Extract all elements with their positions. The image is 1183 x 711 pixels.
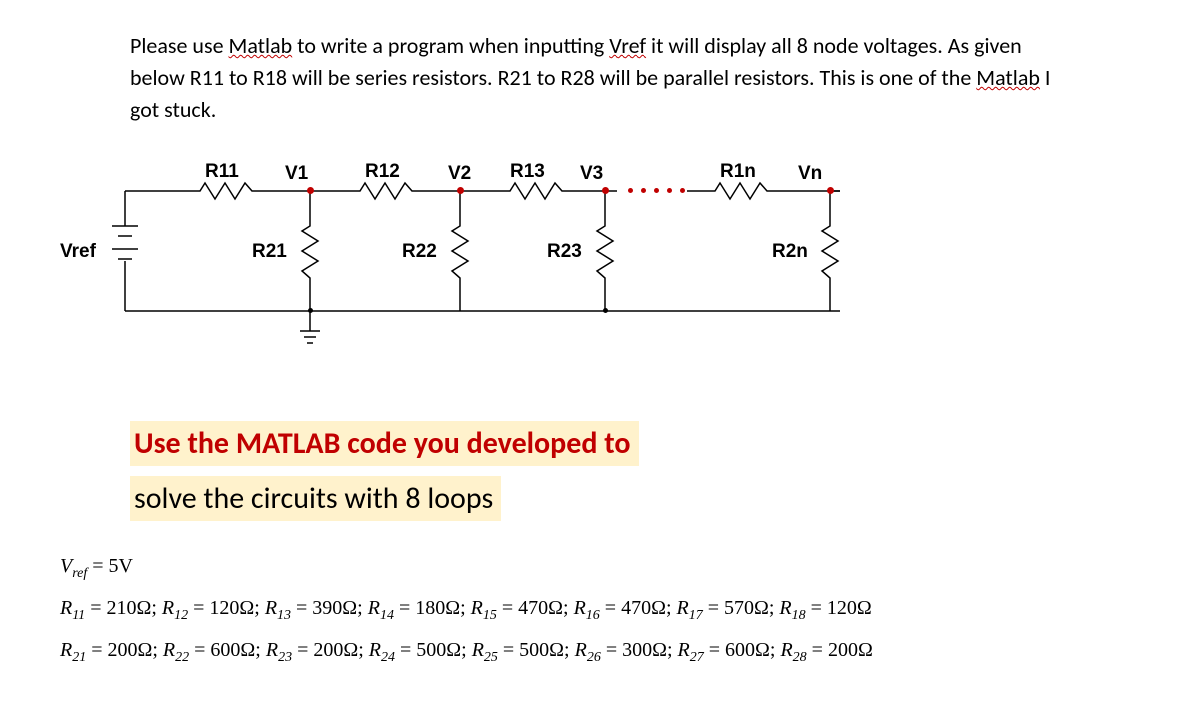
param-sub: 16 — [586, 608, 600, 623]
ellipsis-dot — [628, 188, 633, 193]
node-dot-vn — [827, 187, 834, 194]
label-r1n: R1n — [720, 161, 756, 183]
param-sym: R — [60, 597, 72, 619]
param-sym: R — [368, 597, 380, 619]
param-sym: R — [678, 639, 690, 661]
label-v2: V2 — [448, 163, 471, 185]
param-sym: R — [162, 597, 174, 619]
label-v3: V3 — [580, 163, 603, 185]
param-sub: 26 — [587, 650, 601, 665]
label-vn: Vn — [798, 163, 822, 185]
wavy-matlab-1: Matlab — [229, 32, 293, 59]
ellipsis-dot — [641, 188, 646, 193]
param-val: = 390Ω; — [291, 597, 368, 619]
param-val: = 470Ω; — [497, 597, 574, 619]
label-r23: R23 — [547, 241, 582, 263]
param-sub: 21 — [72, 650, 86, 665]
param-val: = 200Ω; — [292, 639, 369, 661]
intro-text: to write a program when inputting — [292, 32, 609, 59]
circuit-diagram: Vref — [60, 161, 890, 381]
label-r2n: R2n — [772, 241, 808, 263]
param-val: = 200Ω; — [86, 639, 163, 661]
param-sub: 22 — [175, 650, 189, 665]
vref-sub: ref — [72, 566, 87, 581]
param-sym: R — [779, 597, 791, 619]
param-val: = 120Ω — [806, 597, 872, 619]
intro-paragraph: Please use Matlab to write a program whe… — [130, 30, 1063, 126]
intro-text: Please use — [130, 32, 229, 59]
param-sub: 12 — [174, 608, 188, 623]
param-sub: 28 — [793, 650, 807, 665]
param-val: = 120Ω; — [188, 597, 265, 619]
param-sym: R — [60, 639, 72, 661]
param-sub: 27 — [690, 650, 704, 665]
label-r21: R21 — [252, 241, 287, 263]
param-sym: R — [369, 639, 381, 661]
label-r12: R12 — [365, 161, 400, 183]
param-r1-line: R11 = 210Ω; R12 = 120Ω; R13 = 390Ω; R14 … — [60, 588, 1133, 630]
param-vref: Vref = 5V — [60, 546, 1133, 588]
wavy-vref: Vref — [609, 32, 646, 59]
label-r22: R22 — [402, 241, 437, 263]
param-sub: 18 — [792, 608, 806, 623]
param-val: = 180Ω; — [394, 597, 471, 619]
param-sym: R — [266, 639, 278, 661]
vref-val: = 5V — [87, 555, 133, 577]
junction-dot-3 — [603, 308, 608, 313]
param-sym: R — [575, 639, 587, 661]
param-sub: 23 — [278, 650, 292, 665]
label-r11: R11 — [205, 161, 239, 183]
node-dot-v2 — [457, 187, 464, 194]
task-line-2: solve the circuits with 8 loops — [130, 476, 501, 521]
wavy-matlab-2: Matlab — [976, 64, 1040, 91]
label-r13: R13 — [510, 161, 545, 183]
node-dot-v1 — [307, 187, 314, 194]
param-val: = 200Ω — [807, 639, 873, 661]
param-sym: R — [265, 597, 277, 619]
param-sym: R — [677, 597, 689, 619]
vref-sym: V — [60, 555, 72, 577]
circuit-svg — [60, 161, 890, 381]
param-val: = 570Ω; — [703, 597, 780, 619]
junction-dot-1 — [308, 308, 313, 313]
ellipsis-dot — [654, 188, 659, 193]
param-val: = 600Ω; — [704, 639, 781, 661]
param-val: = 500Ω; — [395, 639, 472, 661]
param-sub: 13 — [277, 608, 291, 623]
ellipsis-dot — [667, 188, 672, 193]
param-sub: 17 — [689, 608, 703, 623]
param-val: = 600Ω; — [189, 639, 266, 661]
param-sub: 11 — [72, 608, 85, 623]
param-val: = 500Ω; — [498, 639, 575, 661]
param-sym: R — [574, 597, 586, 619]
param-sub: 24 — [381, 650, 395, 665]
ellipsis-dot — [680, 188, 685, 193]
param-sym: R — [471, 597, 483, 619]
param-sym: R — [780, 639, 792, 661]
param-sub: 15 — [483, 608, 497, 623]
param-r2-line: R21 = 200Ω; R22 = 600Ω; R23 = 200Ω; R24 … — [60, 630, 1133, 672]
param-sym: R — [472, 639, 484, 661]
param-sym: R — [163, 639, 175, 661]
task-block: Use the MATLAB code you developed to sol… — [130, 421, 1133, 521]
param-sub: 25 — [484, 650, 498, 665]
task-line-1: Use the MATLAB code you developed to — [130, 421, 639, 466]
parameters-block: Vref = 5V R11 = 210Ω; R12 = 120Ω; R13 = … — [60, 546, 1133, 672]
node-dot-v3 — [602, 187, 609, 194]
param-val: = 210Ω; — [85, 597, 162, 619]
label-v1: V1 — [285, 163, 308, 185]
param-val: = 470Ω; — [600, 597, 677, 619]
param-val: = 300Ω; — [601, 639, 678, 661]
param-sub: 14 — [380, 608, 394, 623]
